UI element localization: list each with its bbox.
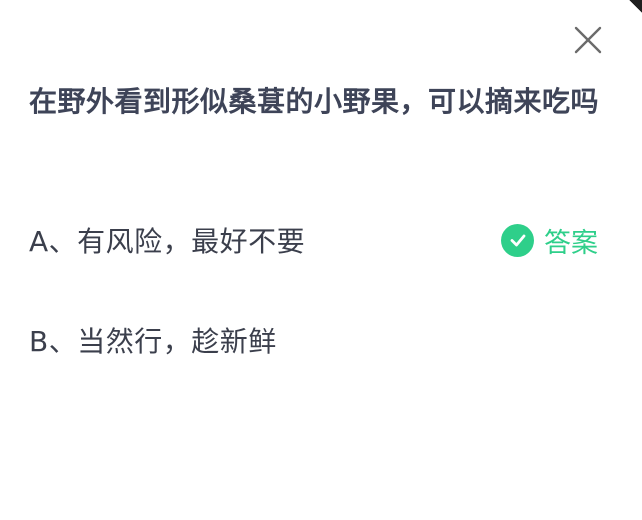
option-a[interactable]: A、有风险，最好不要 答案 (29, 216, 619, 264)
answer-label: 答案 (544, 227, 598, 259)
check-circle-icon (501, 223, 534, 257)
question-text: 在野外看到形似桑葚的小野果，可以摘来吃吗 (29, 85, 600, 118)
corner-decoration (628, 0, 642, 14)
answer-badge: 答案 (501, 221, 598, 260)
option-a-label: A、有风险，最好不要 (29, 225, 306, 258)
close-icon (574, 26, 602, 54)
option-b-label: B、当然行，趁新鲜 (29, 325, 277, 358)
close-button[interactable] (572, 24, 604, 56)
option-b[interactable]: B、当然行，趁新鲜 (29, 316, 619, 364)
